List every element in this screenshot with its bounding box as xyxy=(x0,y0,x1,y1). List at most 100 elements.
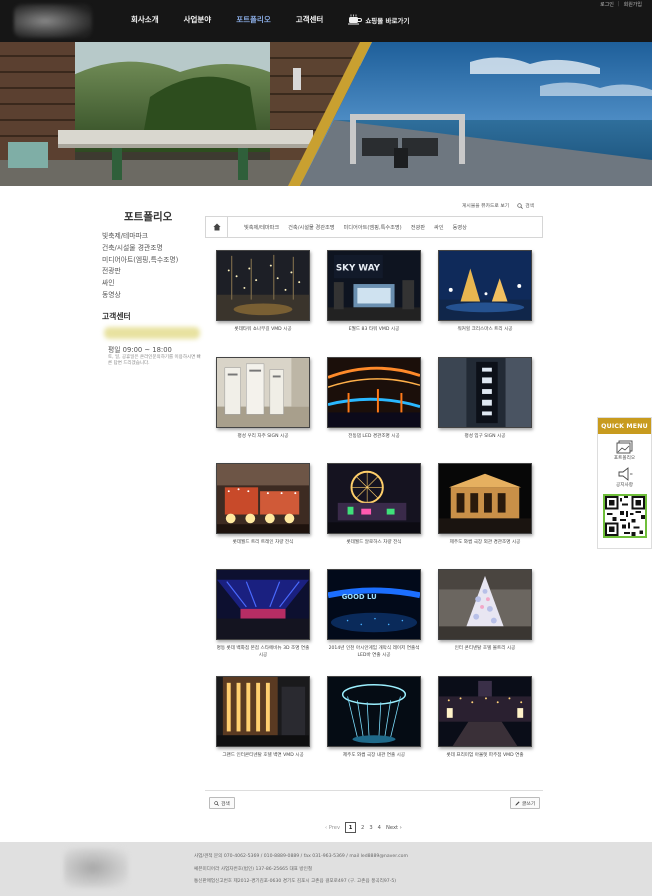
search-button-label: 검색 xyxy=(221,801,230,807)
tunnel-lights-image xyxy=(217,570,309,639)
tab-sign[interactable]: 싸인 xyxy=(434,224,444,231)
megaphone-icon xyxy=(618,467,632,481)
prev-page-link[interactable]: ‹ Prev xyxy=(325,825,340,831)
portfolio-caption: 그랜드 인터콘티넨탈 호텔 벽면 VMD 시공 xyxy=(222,753,304,758)
sidebar-item-video[interactable]: 동영상 xyxy=(102,290,178,302)
portfolio-item[interactable]: 제주도 와썹 극장 외관 경관조명 시공 xyxy=(438,463,538,547)
page-link[interactable]: 4 xyxy=(378,825,381,831)
quick-menu-title: QUICK MENU xyxy=(598,418,651,434)
quick-portfolio-link[interactable]: 포트폴리오 xyxy=(598,440,651,461)
quick-notice-link[interactable]: 공지사항 xyxy=(598,467,651,488)
sidebar-item-architecture[interactable]: 건축/시설물 경관조명 xyxy=(102,243,178,255)
portfolio-thumb[interactable] xyxy=(216,569,310,640)
portfolio-item[interactable]: SKY WAY E월드 83 타워 VMD 시공 xyxy=(327,250,427,334)
tab-media-art[interactable]: 미디어아트(엠핑,특수조명) xyxy=(344,224,402,231)
tab-billboard[interactable]: 전광판 xyxy=(411,224,425,231)
company-logo[interactable] xyxy=(14,4,92,38)
portfolio-thumb[interactable] xyxy=(438,250,532,321)
christmas-tree-image xyxy=(439,251,531,320)
portfolio-item[interactable]: 평성 입구 SIGN 시공 xyxy=(438,357,538,441)
portfolio-caption: 롯데월드 트리 트레인 차량 전식 xyxy=(232,540,294,545)
portfolio-item[interactable]: 전동댐 LED 경관조명 시공 xyxy=(327,357,427,441)
sidebar-title: 포트폴리오 xyxy=(124,211,173,223)
portfolio-item[interactable]: 롯데 프리미엄 아울렛 파주점 VMD 연출 xyxy=(438,676,538,760)
write-button[interactable]: 글쓰기 xyxy=(510,797,541,809)
portfolio-item[interactable]: 평성 우리 자주 SIGN 시공 xyxy=(216,357,316,441)
portfolio-caption: 인터 콘티넨탈 호텔 볼트리 시공 xyxy=(454,646,516,651)
login-link[interactable]: 로그인 xyxy=(600,1,614,8)
nav-customer-center[interactable]: 고객센터 xyxy=(296,14,324,25)
portfolio-item[interactable]: 워커힐 크리스마스 트리 시공 xyxy=(438,250,538,334)
portfolio-icon xyxy=(616,440,632,454)
footer-address-line: 통신판매업신고번호 제2012-경기김포-0630 경기도 김포시 고촌읍 걸포… xyxy=(194,879,397,884)
sidebar-item-festival[interactable]: 빛축제/테마파크 xyxy=(102,231,178,243)
category-bar: 빛축제/테마파크 건축/시설물 경관조명 미디어아트(엠핑,특수조명) 전광판 … xyxy=(205,216,543,238)
portfolio-item[interactable]: 명동 롯데 백화점 본점 스타에비뉴 3D 조명 연출 시공 xyxy=(216,569,316,659)
tab-architecture[interactable]: 건축/시설물 경관조명 xyxy=(288,224,334,231)
svg-text:SKY WAY: SKY WAY xyxy=(336,263,381,273)
page-link[interactable]: 3 xyxy=(369,825,372,831)
portfolio-thumb[interactable] xyxy=(216,250,310,321)
next-page-link[interactable]: Next › xyxy=(386,825,402,831)
portfolio-item[interactable]: GOOD LU 2014년 인천 아시안게임 개막식 레이저 연출석 LED바 … xyxy=(327,569,427,659)
customer-center-title: 고객센터 xyxy=(102,312,131,321)
portfolio-caption: 제주도 와썹 극장 외관 경관조명 시공 xyxy=(449,540,521,545)
nav-business[interactable]: 사업분야 xyxy=(184,14,212,25)
portfolio-caption: 워커힐 크리스마스 트리 시공 xyxy=(457,327,513,332)
category-home-button[interactable] xyxy=(206,217,228,237)
portfolio-item[interactable]: 그랜드 인터콘티넨탈 호텔 벽면 VMD 시공 xyxy=(216,676,316,760)
hours-note: 토, 일, 공휴일은 온라인문의하기를 이용하시면 빠른 답변 드리겠습니다. xyxy=(108,355,201,366)
nav-portfolio[interactable]: 포트폴리오 xyxy=(236,14,271,25)
portfolio-item[interactable]: 제주도 와썹 극장 내관 연출 시공 xyxy=(327,676,427,760)
category-tabs: 빛축제/테마파크 건축/시설물 경관조명 미디어아트(엠핑,특수조명) 전광판 … xyxy=(228,224,467,231)
portfolio-thumb[interactable] xyxy=(216,463,310,534)
portfolio-item[interactable]: 인터 콘티넨탈 호텔 볼트리 시공 xyxy=(438,569,538,653)
portfolio-caption: 평성 우리 자주 SIGN 시공 xyxy=(237,434,289,439)
portfolio-thumb[interactable] xyxy=(327,676,421,747)
search-icon xyxy=(214,800,219,806)
portfolio-thumb[interactable] xyxy=(216,357,310,428)
sidebar-item-billboard[interactable]: 전광판 xyxy=(102,266,178,278)
portfolio-thumb[interactable] xyxy=(438,569,532,640)
portfolio-item[interactable]: 롯데타워 쇼나무길 VMD 시공 xyxy=(216,250,316,334)
portfolio-caption: 명동 롯데 백화점 본점 스타에비뉴 3D 조명 연출 시공 xyxy=(216,646,310,658)
home-icon xyxy=(212,223,221,231)
portfolio-caption: 제주도 와썹 극장 내관 연출 시공 xyxy=(342,753,406,758)
portfolio-item[interactable]: 롯데월드 알로하스 차량 전식 xyxy=(327,463,427,547)
portfolio-thumb[interactable] xyxy=(216,676,310,747)
footer-company-line: 쎄븐미디어라 사업자번호(법인) 137-86-25665 대표 방인철 xyxy=(194,866,313,872)
business-hours: 평일 09:00 ~ 18:00 xyxy=(108,346,172,354)
portfolio-thumb[interactable] xyxy=(438,463,532,534)
portfolio-thumb[interactable] xyxy=(438,357,532,428)
svg-text:GOOD LU: GOOD LU xyxy=(342,593,377,601)
portfolio-thumb[interactable] xyxy=(327,463,421,534)
portfolio-thumb[interactable] xyxy=(327,357,421,428)
tab-video[interactable]: 동영상 xyxy=(453,224,467,231)
shop-link[interactable]: 쇼핑몰 바로가기 xyxy=(348,14,409,25)
quick-portfolio-label: 포트폴리오 xyxy=(613,456,636,461)
portfolio-item[interactable]: 롯데월드 트리 트레인 차량 전식 xyxy=(216,463,316,547)
portfolio-thumb[interactable]: GOOD LU xyxy=(327,569,421,640)
portfolio-thumb[interactable]: SKY WAY xyxy=(327,250,421,321)
hero-banner-image xyxy=(0,42,652,186)
portfolio-thumb[interactable] xyxy=(438,676,532,747)
search-button[interactable]: 검색 xyxy=(209,797,235,809)
top-bar: 로그인 | 회원가입 회사소개 사업분야 포트폴리오 고객센터 쇼핑몰 바로가기 xyxy=(0,0,652,42)
top-search-link[interactable]: 검색 xyxy=(517,202,534,209)
footer-info: 사업/견적 문의 070-4062-5369 / 010-8889-0889 /… xyxy=(194,851,408,889)
sign-panels-image xyxy=(217,358,309,427)
page-link-current[interactable]: 1 xyxy=(345,822,357,833)
portfolio-caption: 평성 입구 SIGN 시공 xyxy=(464,434,506,439)
portfolio-caption: 롯데타워 쇼나무길 VMD 시공 xyxy=(234,327,292,332)
join-link[interactable]: 회원가입 xyxy=(624,1,642,8)
sidebar-item-media-art[interactable]: 미디어아트(엠핑,특수조명) xyxy=(102,255,178,267)
light-tree-sculpture-image xyxy=(328,677,420,746)
sidebar-item-sign[interactable]: 싸인 xyxy=(102,278,178,290)
qr-code[interactable] xyxy=(602,494,647,538)
shop-label: 쇼핑몰 바로가기 xyxy=(365,16,410,25)
tab-festival[interactable]: 빛축제/테마파크 xyxy=(244,224,279,231)
view-toggle-link[interactable]: 게시물을 뷰카드로 보기 xyxy=(462,202,509,209)
write-button-label: 글쓰기 xyxy=(522,801,536,807)
page-link[interactable]: 2 xyxy=(361,825,364,831)
nav-company[interactable]: 회사소개 xyxy=(131,14,159,25)
